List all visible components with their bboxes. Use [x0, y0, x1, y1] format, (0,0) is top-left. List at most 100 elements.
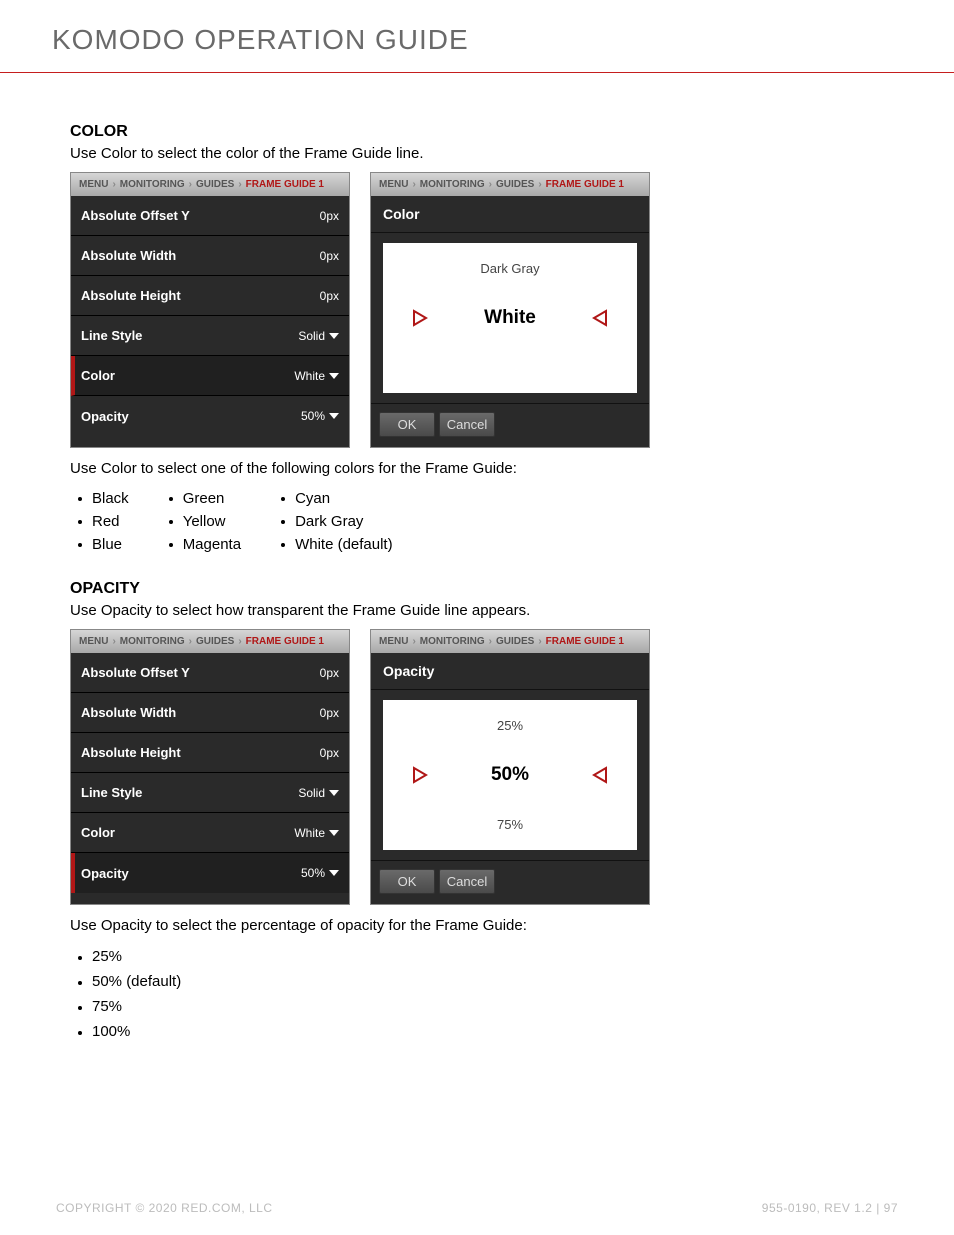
picker-body[interactable]: 25% 50% 75% — [383, 700, 637, 850]
picker-buttons: OK Cancel — [371, 860, 649, 904]
color-picker-panel: MENU› MONITORING› GUIDES› FRAME GUIDE 1 … — [370, 172, 650, 448]
row-label: Absolute Width — [81, 705, 176, 720]
arrow-right-icon[interactable] — [411, 309, 429, 327]
list-item: Yellow — [169, 510, 241, 533]
picker-current-option: 50% — [491, 764, 529, 786]
chevron-right-icon: › — [238, 179, 241, 190]
color-panels: MENU› MONITORING› GUIDES› FRAME GUIDE 1 … — [70, 172, 894, 448]
breadcrumb: MENU› MONITORING› GUIDES› FRAME GUIDE 1 — [71, 630, 349, 653]
crumb-1: MONITORING — [120, 179, 185, 190]
row-value: 50% — [301, 866, 339, 880]
picker-current-row: 50% — [383, 764, 637, 786]
breadcrumb: MENU› MONITORING› GUIDES› FRAME GUIDE 1 — [371, 630, 649, 653]
chevron-down-icon — [329, 790, 339, 796]
list-item: Magenta — [169, 533, 241, 556]
arrow-left-icon[interactable] — [591, 309, 609, 327]
row-label: Absolute Width — [81, 248, 176, 263]
crumb-current: FRAME GUIDE 1 — [546, 636, 624, 647]
menu-rows-color: Absolute Offset Y 0px Absolute Width 0px… — [71, 196, 349, 436]
chevron-right-icon: › — [538, 636, 541, 647]
row-absolute-width[interactable]: Absolute Width 0px — [71, 236, 349, 276]
chevron-right-icon: › — [189, 179, 192, 190]
chevron-right-icon: › — [489, 179, 492, 190]
chevron-right-icon: › — [238, 636, 241, 647]
list-item: Blue — [78, 533, 129, 556]
menu-panel-color: MENU› MONITORING› GUIDES› FRAME GUIDE 1 … — [70, 172, 350, 448]
opacity-heading: OPACITY — [70, 580, 894, 598]
row-label: Opacity — [81, 409, 129, 424]
breadcrumb: MENU› MONITORING› GUIDES› FRAME GUIDE 1 — [71, 173, 349, 196]
list-item: 100% — [78, 1019, 894, 1044]
list-item: White (default) — [281, 533, 393, 556]
row-value: 50% — [301, 409, 339, 423]
ok-button[interactable]: OK — [379, 412, 435, 437]
picker-body[interactable]: Dark Gray White — [383, 243, 637, 393]
row-line-style[interactable]: Line Style Solid — [71, 773, 349, 813]
row-label: Opacity — [81, 866, 129, 881]
row-label: Line Style — [81, 785, 142, 800]
chevron-down-icon — [329, 413, 339, 419]
row-value: 0px — [320, 666, 339, 680]
picker-next-option[interactable]: 75% — [383, 817, 637, 832]
color-col-1: Black Red Blue — [78, 487, 129, 556]
menu-panel-opacity: MENU› MONITORING› GUIDES› FRAME GUIDE 1 … — [70, 629, 350, 905]
row-value: White — [294, 826, 339, 840]
list-item: Green — [169, 487, 241, 510]
picker-title: Opacity — [371, 653, 649, 690]
arrow-left-icon[interactable] — [591, 766, 609, 784]
crumb-2: GUIDES — [196, 179, 234, 190]
page-footer: COPYRIGHT © 2020 RED.COM, LLC 955-0190, … — [0, 1201, 954, 1215]
row-absolute-offset-y[interactable]: Absolute Offset Y 0px — [71, 653, 349, 693]
picker-prev-option[interactable]: 25% — [383, 718, 637, 733]
crumb-0: MENU — [79, 179, 108, 190]
row-absolute-offset-y[interactable]: Absolute Offset Y 0px — [71, 196, 349, 236]
cancel-button[interactable]: Cancel — [439, 412, 495, 437]
row-value: 0px — [320, 209, 339, 223]
picker-current-option: White — [484, 307, 536, 329]
ok-button[interactable]: OK — [379, 869, 435, 894]
list-item: 50% (default) — [78, 969, 894, 994]
row-opacity[interactable]: Opacity 50% — [71, 853, 349, 893]
chevron-right-icon: › — [112, 636, 115, 647]
row-absolute-width[interactable]: Absolute Width 0px — [71, 693, 349, 733]
page-header: KOMODO OPERATION GUIDE — [0, 0, 954, 73]
list-item: Black — [78, 487, 129, 510]
breadcrumb: MENU› MONITORING› GUIDES› FRAME GUIDE 1 — [371, 173, 649, 196]
picker-prev-option[interactable]: Dark Gray — [383, 261, 637, 276]
picker-buttons: OK Cancel — [371, 403, 649, 447]
row-value: Solid — [298, 329, 339, 343]
row-color[interactable]: Color White — [71, 813, 349, 853]
chevron-down-icon — [329, 870, 339, 876]
chevron-right-icon: › — [189, 636, 192, 647]
crumb-current: FRAME GUIDE 1 — [546, 179, 624, 190]
row-opacity[interactable]: Opacity 50% — [71, 396, 349, 436]
opacity-options-list: 25% 50% (default) 75% 100% — [78, 944, 894, 1044]
row-label: Color — [81, 368, 115, 383]
crumb-2: GUIDES — [496, 179, 534, 190]
opacity-picker-panel: MENU› MONITORING› GUIDES› FRAME GUIDE 1 … — [370, 629, 650, 905]
opacity-panels: MENU› MONITORING› GUIDES› FRAME GUIDE 1 … — [70, 629, 894, 905]
crumb-0: MENU — [79, 636, 108, 647]
crumb-0: MENU — [379, 636, 408, 647]
crumb-2: GUIDES — [496, 636, 534, 647]
list-item: Dark Gray — [281, 510, 393, 533]
list-item: Red — [78, 510, 129, 533]
chevron-right-icon: › — [412, 179, 415, 190]
row-color[interactable]: Color White — [71, 356, 349, 396]
chevron-down-icon — [329, 830, 339, 836]
chevron-down-icon — [329, 333, 339, 339]
cancel-button[interactable]: Cancel — [439, 869, 495, 894]
list-item: 25% — [78, 944, 894, 969]
color-options-lists: Black Red Blue Green Yellow Magenta Cyan… — [78, 487, 894, 556]
chevron-right-icon: › — [412, 636, 415, 647]
list-item: 75% — [78, 994, 894, 1019]
menu-rows-opacity: Absolute Offset Y 0px Absolute Width 0px… — [71, 653, 349, 893]
arrow-right-icon[interactable] — [411, 766, 429, 784]
row-absolute-height[interactable]: Absolute Height 0px — [71, 733, 349, 773]
row-absolute-height[interactable]: Absolute Height 0px — [71, 276, 349, 316]
row-line-style[interactable]: Line Style Solid — [71, 316, 349, 356]
row-label: Absolute Offset Y — [81, 665, 190, 680]
row-value: 0px — [320, 706, 339, 720]
crumb-current: FRAME GUIDE 1 — [246, 179, 324, 190]
picker-title: Color — [371, 196, 649, 233]
